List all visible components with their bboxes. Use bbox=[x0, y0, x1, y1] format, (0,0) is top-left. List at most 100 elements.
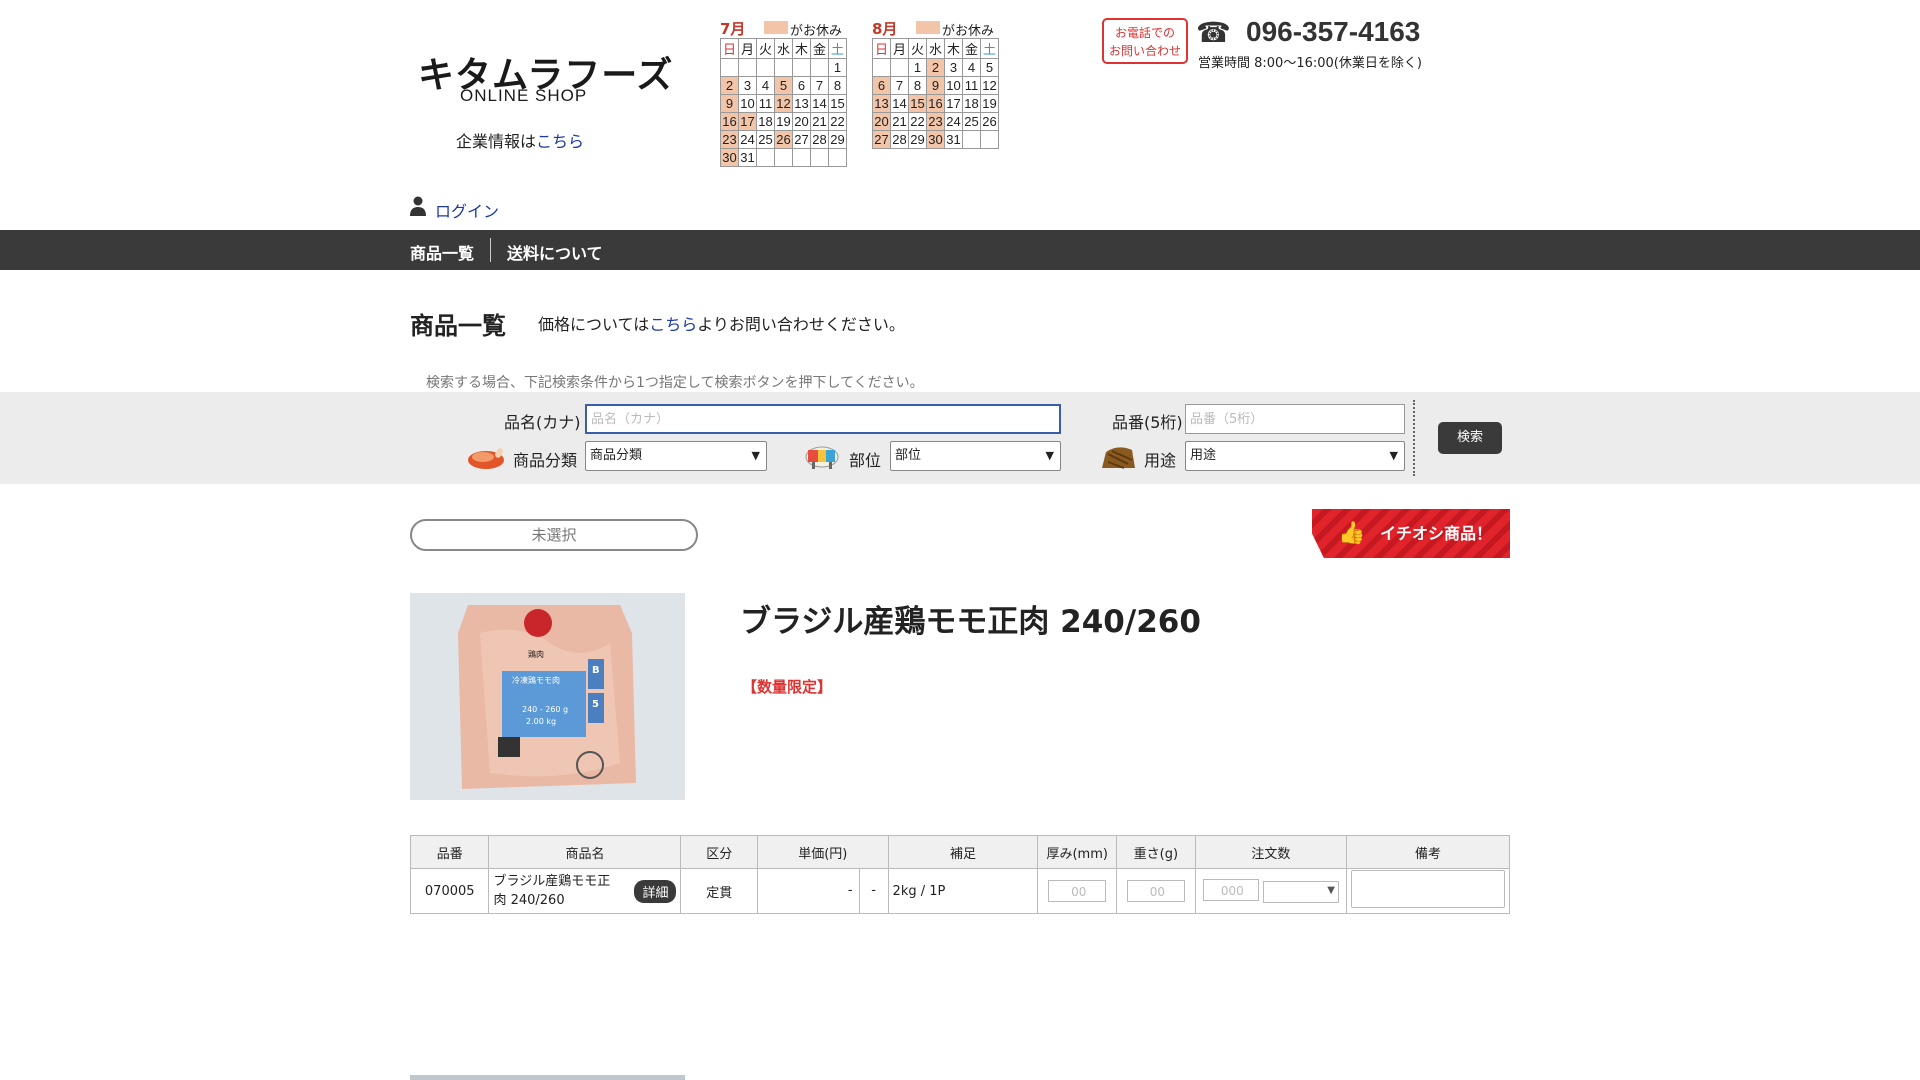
nav-item-products[interactable]: 商品一覧 bbox=[410, 240, 474, 264]
nav-item-shipping[interactable]: 送料について bbox=[507, 240, 603, 264]
price-note: 価格についてはこちらよりお問い合わせください。 bbox=[538, 311, 905, 335]
col-thickness: 厚み(mm) bbox=[1037, 835, 1118, 869]
calendar-day: 3 bbox=[738, 76, 757, 95]
calendar-weekday: 日 bbox=[720, 38, 739, 59]
calendar-weekday: 金 bbox=[810, 38, 829, 59]
chevron-down-icon: ▼ bbox=[751, 449, 760, 462]
corporate-info-link[interactable]: こちら bbox=[536, 132, 584, 151]
login-link[interactable]: ログイン bbox=[435, 198, 499, 222]
calendar-day: 24 bbox=[738, 130, 757, 149]
name-kana-label: 品名(カナ) bbox=[504, 413, 581, 432]
phone-icon: ☎ bbox=[1196, 16, 1231, 49]
calendar-day: 23 bbox=[926, 112, 945, 131]
holiday-swatch bbox=[764, 21, 788, 34]
calendar-july: 7月 がお休み日月火水木金土 1 2 3 4 5 6 7 8 9 10 11 12 13 14 15 16 17 18… bbox=[720, 18, 847, 167]
calendar-day bbox=[810, 58, 829, 77]
col-category: 区分 bbox=[680, 835, 758, 869]
package-label-meat: 鶏肉 bbox=[528, 650, 544, 659]
calendar-day: 30 bbox=[720, 148, 739, 167]
calendar-day: 4 bbox=[962, 58, 981, 77]
calendar-weekday: 火 bbox=[756, 38, 775, 59]
quantity-input[interactable]: 000 bbox=[1202, 879, 1259, 902]
product-image[interactable]: 鶏肉 冷凍鶏モモ肉 240 - 260 g 2.00 kg B 5 bbox=[410, 593, 685, 800]
item-code-label: 品番(5桁) bbox=[1112, 413, 1183, 432]
recommended-banner-label: イチオシ商品！ bbox=[1379, 524, 1492, 543]
steak-usage-icon bbox=[1102, 447, 1135, 469]
calendar-day: 17 bbox=[944, 94, 963, 113]
calendar-day: 2 bbox=[720, 76, 739, 95]
calendar-month: 8月 bbox=[872, 20, 898, 38]
col-price: 単価(円) bbox=[756, 835, 889, 869]
phone-inquiry-line2: お問い合わせ bbox=[1108, 44, 1181, 58]
calendar-weekday: 土 bbox=[828, 38, 847, 59]
calendar-day: 9 bbox=[926, 76, 945, 95]
price-note-link[interactable]: こちら bbox=[649, 315, 697, 334]
remarks-input[interactable] bbox=[1351, 870, 1505, 908]
calendar-day: 2 bbox=[926, 58, 945, 77]
calendar-day bbox=[738, 58, 757, 77]
col-name: 商品名 bbox=[488, 835, 682, 869]
calendar-day: 27 bbox=[792, 130, 811, 149]
category-select[interactable]: 商品分類 ▼ bbox=[585, 441, 767, 471]
calendar-day: 22 bbox=[828, 112, 847, 131]
search-button[interactable]: 検索 bbox=[1438, 422, 1502, 454]
quantity-unit-select[interactable]: ▼ bbox=[1262, 880, 1339, 903]
calendar-day: 16 bbox=[926, 94, 945, 113]
calendar-grid: 日月火水木金土 1 2 3 4 5 6 7 8 9 10 11 12 13 14 15 16 17 18 19 20 21… bbox=[720, 38, 847, 167]
calendar-day: 26 bbox=[980, 112, 999, 131]
calendar-day: 6 bbox=[792, 76, 811, 95]
calendar-day: 18 bbox=[962, 94, 981, 113]
price-note-post: よりお問い合わせください。 bbox=[697, 315, 905, 334]
col-weight: 重さ(g) bbox=[1116, 835, 1196, 869]
row-quantity-cell: 000 ▼ bbox=[1194, 868, 1348, 914]
phone-inquiry-line1: お電話での bbox=[1114, 26, 1175, 40]
calendar-weekday: 金 bbox=[962, 38, 981, 59]
row-name: ブラジル産鶏モモ正肉 240/260 bbox=[493, 874, 611, 908]
calendar-day: 10 bbox=[738, 94, 757, 113]
name-kana-input[interactable] bbox=[585, 404, 1061, 434]
row-note: 2kg / 1P bbox=[887, 868, 1039, 914]
corporate-info: 企業情報はこちら bbox=[456, 128, 584, 152]
calendar-day: 8 bbox=[828, 76, 847, 95]
calendar-day: 24 bbox=[944, 112, 963, 131]
calendar-day bbox=[980, 130, 999, 149]
nav-separator bbox=[490, 238, 491, 262]
recommended-banner: 👍 イチオシ商品！ bbox=[1312, 509, 1510, 558]
calendar-day: 31 bbox=[944, 130, 963, 149]
nav-bar bbox=[0, 230, 1920, 270]
row-category: 定貫 bbox=[680, 868, 758, 914]
calendar-day: 17 bbox=[738, 112, 757, 131]
thickness-input[interactable]: 00 bbox=[1048, 880, 1107, 902]
calendar-weekday: 水 bbox=[926, 38, 945, 59]
weight-input[interactable]: 00 bbox=[1126, 880, 1185, 902]
calendar-day: 3 bbox=[944, 58, 963, 77]
product-table: 品番 商品名 区分 単価(円) 補足 厚み(mm) 重さ(g) 注文数 備考 0… bbox=[409, 835, 1510, 914]
usage-select[interactable]: 用途 ▼ bbox=[1185, 441, 1405, 471]
calendar-grid: 日月火水木金土 1 2 3 4 5 6 7 8 9 10 11 12 13 14 15 16 17 18 19 20 21… bbox=[872, 38, 999, 149]
calendar-weekday: 木 bbox=[944, 38, 963, 59]
filter-selection-pill[interactable]: 未選択 bbox=[410, 519, 698, 551]
holiday-note: がお休み bbox=[790, 24, 843, 39]
usage-select-value: 用途 bbox=[1190, 448, 1217, 463]
cow-parts-icon bbox=[805, 446, 839, 469]
item-code-input[interactable] bbox=[1185, 404, 1405, 434]
calendar-day: 31 bbox=[738, 148, 757, 167]
calendar-header: 7月 がお休み bbox=[720, 18, 847, 39]
search-hint: 検索する場合、下記検索条件から1つ指定して検索ボタンを押下してください。 bbox=[426, 375, 924, 391]
row-weight-cell: 00 bbox=[1116, 868, 1196, 914]
calendar-day bbox=[792, 58, 811, 77]
calendar-day: 20 bbox=[792, 112, 811, 131]
calendar-day: 6 bbox=[872, 76, 891, 95]
calendar-day bbox=[756, 58, 775, 77]
calendar-day: 7 bbox=[810, 76, 829, 95]
calendar-day: 5 bbox=[774, 76, 793, 95]
calendar-day: 26 bbox=[774, 130, 793, 149]
phone-inquiry-button[interactable]: お電話での お問い合わせ bbox=[1102, 18, 1188, 64]
calendar-header: 8月 がお休み bbox=[872, 18, 999, 39]
detail-button[interactable]: 詳細 bbox=[634, 879, 677, 903]
part-select[interactable]: 部位 ▼ bbox=[890, 441, 1061, 471]
col-remarks: 備考 bbox=[1346, 835, 1510, 869]
limited-badge: 【数量限定】 bbox=[742, 678, 833, 696]
calendar-weekday: 月 bbox=[738, 38, 757, 59]
calendar-day: 11 bbox=[756, 94, 775, 113]
